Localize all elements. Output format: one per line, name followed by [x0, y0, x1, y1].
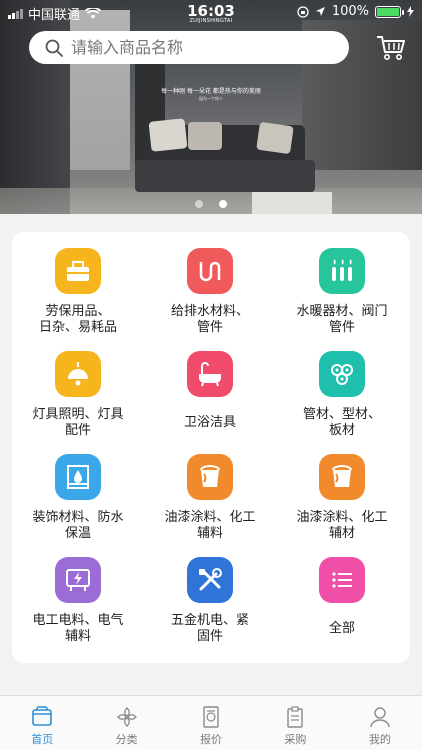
- category-label: 油漆涂料、化工 辅材: [296, 510, 388, 541]
- category-card: 劳保用品、 日杂、易耗品 给排水材料、 管件 水暖器材、阀门 管件灯具照明、灯具 配…: [12, 232, 410, 663]
- search-bar[interactable]: [29, 31, 349, 64]
- category-item[interactable]: 全部: [276, 557, 408, 663]
- nav-item-category[interactable]: 分类: [84, 696, 168, 750]
- nav-label: 我的: [368, 733, 391, 746]
- paint-bucket-icon: [187, 454, 233, 500]
- category-label: 水暖器材、阀门 管件: [296, 304, 388, 335]
- battery-icon: [375, 5, 404, 18]
- nav-label: 采购: [284, 733, 307, 746]
- search-icon: [45, 39, 63, 57]
- category-label: 劳保用品、 日杂、易耗品: [38, 304, 117, 335]
- purchase-icon: [253, 705, 337, 729]
- home-icon: [0, 705, 84, 729]
- panel-icon: [55, 454, 101, 500]
- charging-icon: [407, 6, 414, 17]
- category-grid: 劳保用品、 日杂、易耗品 给排水材料、 管件 水暖器材、阀门 管件灯具照明、灯具 配…: [12, 232, 410, 663]
- category-label: 卫浴洁具: [183, 415, 236, 430]
- category-item[interactable]: 卫浴洁具: [144, 351, 276, 457]
- cart-icon[interactable]: [376, 34, 406, 62]
- category-label: 给排水材料、 管件: [170, 304, 249, 335]
- search-input[interactable]: [71, 38, 311, 57]
- banner-caption-sub: 因为一个你人: [199, 96, 223, 101]
- quote-icon: [169, 705, 253, 729]
- category-label: 电工电料、电气 辅料: [32, 613, 124, 644]
- category-label: 全部: [328, 621, 355, 636]
- paint-bucket-icon: [319, 454, 365, 500]
- nav-item-profile[interactable]: 我的: [338, 696, 422, 750]
- category-item[interactable]: 给排水材料、 管件: [144, 248, 276, 354]
- nav-item-purchase[interactable]: 采购: [253, 696, 337, 750]
- category-item[interactable]: 管材、型材、 板材: [276, 351, 408, 457]
- category-item[interactable]: 灯具照明、灯具 配件: [12, 351, 144, 457]
- category-icon: [84, 705, 168, 729]
- category-item[interactable]: 水暖器材、阀门 管件: [276, 248, 408, 354]
- list-icon: [319, 557, 365, 603]
- nav-item-home[interactable]: 首页: [0, 696, 84, 750]
- category-item[interactable]: 五金机电、紧 固件: [144, 557, 276, 663]
- rotation-lock-icon: [297, 5, 309, 18]
- category-label: 五金机电、紧 固件: [170, 613, 249, 644]
- category-label: 管材、型材、 板材: [302, 407, 381, 438]
- nav-label: 报价: [200, 733, 223, 746]
- category-label: 油漆涂料、化工 辅料: [164, 510, 256, 541]
- toolbox-icon: [55, 248, 101, 294]
- tools-icon: [187, 557, 233, 603]
- banner-caption: 每一种刚 每一朵花 都是热与你的美丽: [161, 88, 261, 95]
- category-item[interactable]: 电工电料、电气 辅料: [12, 557, 144, 663]
- nav-label: 首页: [31, 733, 54, 746]
- electric-board-icon: [55, 557, 101, 603]
- pipes-bundle-icon: [319, 351, 365, 397]
- status-bar: 中国联通 16:03 ZUIJINSHINGTAI 100%: [0, 0, 422, 24]
- carousel-dots: [0, 193, 422, 212]
- profile-icon: [338, 705, 422, 729]
- battery-percent: 100%: [331, 4, 369, 19]
- nav-item-quote[interactable]: 报价: [169, 696, 253, 750]
- radiator-icon: [319, 248, 365, 294]
- category-label: 灯具照明、灯具 配件: [32, 407, 124, 438]
- location-icon: [315, 7, 325, 16]
- nav-label: 分类: [115, 733, 138, 746]
- category-item[interactable]: 劳保用品、 日杂、易耗品: [12, 248, 144, 354]
- carousel-dot-2[interactable]: [218, 200, 227, 208]
- category-item[interactable]: 装饰材料、防水 保温: [12, 454, 144, 560]
- bottom-nav: 首页 分类 报价 采购 我的: [0, 695, 422, 750]
- lamp-icon: [55, 351, 101, 397]
- category-item[interactable]: 油漆涂料、化工 辅料: [144, 454, 276, 560]
- category-item[interactable]: 油漆涂料、化工 辅材: [276, 454, 408, 560]
- pipe-icon: [187, 248, 233, 294]
- category-label: 装饰材料、防水 保温: [32, 510, 124, 541]
- bathtub-icon: [187, 351, 233, 397]
- carousel-dot-1[interactable]: [195, 200, 204, 208]
